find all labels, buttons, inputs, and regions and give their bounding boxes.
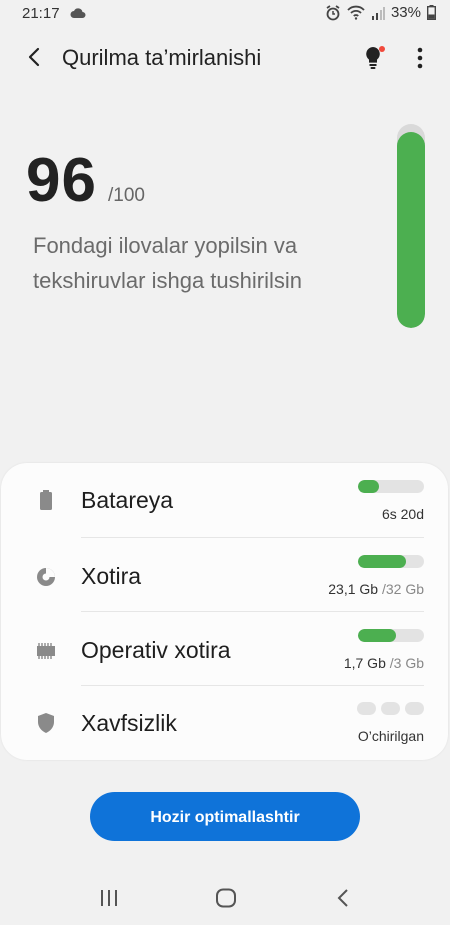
shield-icon xyxy=(38,713,54,733)
status-bar: 21:17 33% xyxy=(0,0,450,30)
pie-chart-icon xyxy=(37,568,55,586)
list-item-memory[interactable]: Operativ xotira 1,7 Gb /3 Gb xyxy=(1,612,448,686)
item-value: O’chirilgan xyxy=(357,728,424,744)
storage-level-fill xyxy=(358,555,406,568)
score-max: /100 xyxy=(108,185,145,206)
lightbulb-icon[interactable] xyxy=(362,44,386,72)
navigation-bar xyxy=(0,880,450,920)
status-dot xyxy=(381,702,400,715)
cloud-icon xyxy=(70,8,86,18)
storage-total: /32 Gb xyxy=(378,581,424,597)
signal-icon xyxy=(371,6,385,20)
memory-used: 1,7 Gb xyxy=(343,655,386,671)
item-label: Batareya xyxy=(81,487,174,513)
list-item-battery[interactable]: Batareya 6s 20d xyxy=(1,463,448,537)
home-icon[interactable] xyxy=(215,888,237,908)
list-item-storage[interactable]: Xotira 23,1 Gb /32 Gb xyxy=(1,538,448,612)
item-value: 1,7 Gb /3 Gb xyxy=(344,655,424,671)
score-gauge xyxy=(397,124,425,328)
app-header: Qurilma ta’mirlanishi xyxy=(0,36,450,82)
status-dot xyxy=(357,702,376,715)
page-title: Qurilma ta’mirlanishi xyxy=(62,45,262,70)
list-item-security[interactable]: Xavfsizlik O’chirilgan xyxy=(1,686,448,760)
status-dot xyxy=(405,702,424,715)
back-arrow-icon[interactable] xyxy=(24,46,46,68)
battery-icon xyxy=(40,490,52,510)
alarm-icon xyxy=(326,4,340,20)
memory-total: /3 Gb xyxy=(385,655,424,671)
item-label: Operativ xotira xyxy=(81,637,231,663)
memory-chip-icon xyxy=(37,643,55,659)
recent-apps-icon[interactable] xyxy=(99,888,119,908)
care-items-card: Batareya 6s 20d Xotira 23,1 Gb /32 Gb Op… xyxy=(1,463,448,760)
battery-icon xyxy=(427,5,436,20)
battery-level-bar xyxy=(358,480,424,493)
optimize-now-button[interactable]: Hozir optimallashtir xyxy=(90,792,360,841)
item-label: Xavfsizlik xyxy=(81,710,177,736)
status-time: 21:17 xyxy=(22,5,60,22)
security-status-dots xyxy=(357,702,424,715)
wifi-icon xyxy=(347,5,365,20)
device-care-score: 96 xyxy=(26,146,97,215)
battery-level-fill xyxy=(358,480,380,493)
score-description: Fondagi ilovalar yopilsin va tekshiruvla… xyxy=(33,233,302,293)
memory-level-fill xyxy=(358,629,396,642)
storage-used: 23,1 Gb xyxy=(328,581,379,597)
score-gauge-fill xyxy=(397,132,425,328)
back-nav-icon[interactable] xyxy=(335,888,351,908)
battery-percent: 33% xyxy=(390,4,421,21)
item-label: Xotira xyxy=(81,563,142,589)
item-value: 6s 20d xyxy=(381,506,424,522)
more-options-icon[interactable] xyxy=(416,46,424,70)
item-value: 23,1 Gb /32 Gb xyxy=(328,581,424,597)
memory-level-bar xyxy=(358,629,424,642)
storage-level-bar xyxy=(358,555,424,568)
